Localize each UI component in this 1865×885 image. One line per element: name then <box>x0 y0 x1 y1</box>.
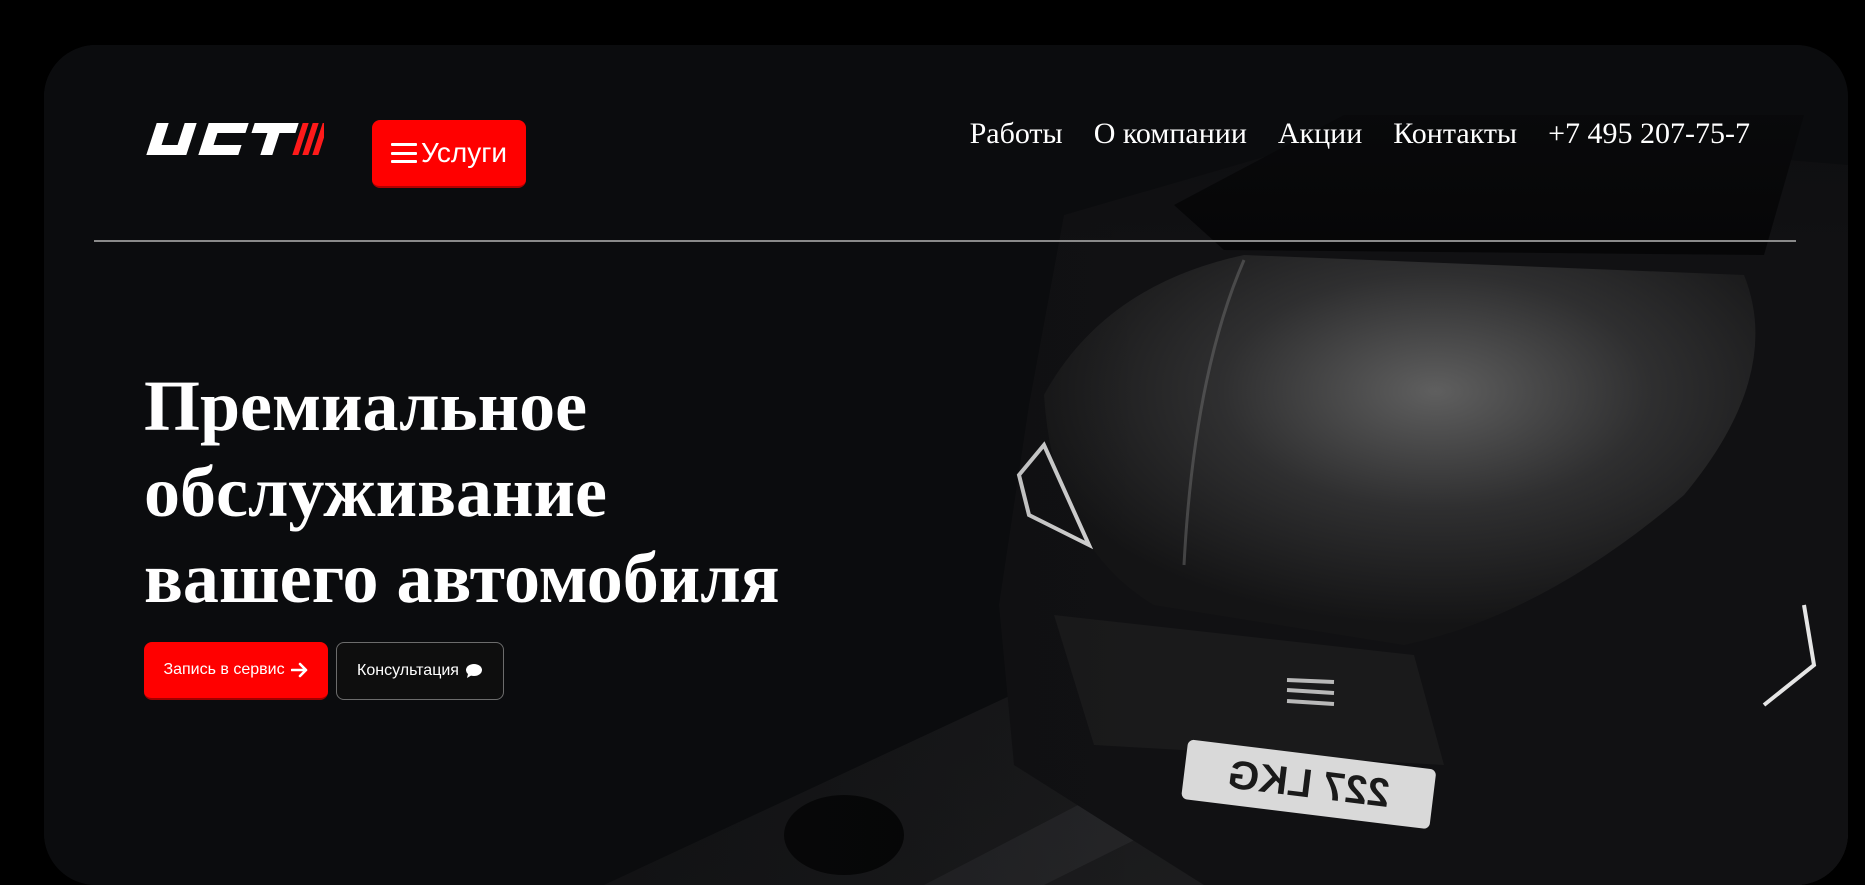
consultation-label: Консультация <box>357 662 459 679</box>
nav-link-about[interactable]: О компании <box>1094 117 1247 151</box>
services-menu-button[interactable]: Услуги <box>372 120 526 188</box>
book-service-button[interactable]: Запись в сервис <box>144 642 328 700</box>
consultation-button[interactable]: Консультация <box>336 642 504 700</box>
arrow-right-icon <box>290 662 307 678</box>
hero-headline: Премиальное обслуживание вашего автомоби… <box>144 363 780 621</box>
headline-line-1: Премиальное <box>144 366 588 446</box>
main-nav: Работы О компании Акции Контакты +7 495 … <box>970 117 1750 151</box>
nav-link-promotions[interactable]: Акции <box>1278 117 1362 151</box>
burger-menu-icon <box>390 143 417 163</box>
nav-link-contacts[interactable]: Контакты <box>1393 117 1517 151</box>
services-menu-label: Услуги <box>420 137 508 168</box>
chat-bubble-icon <box>465 664 482 678</box>
brand-logo[interactable] <box>144 119 324 159</box>
phone-link[interactable]: +7 495 207-75-7 <box>1548 117 1750 151</box>
hero-section: 227 LKG Услуги Работы О компании Акции К… <box>44 45 1848 885</box>
headline-line-3: вашего автомобиля <box>144 538 780 618</box>
nav-link-works[interactable]: Работы <box>970 117 1063 151</box>
header-divider <box>94 240 1796 242</box>
cta-group: Запись в сервис Консультация <box>144 642 504 700</box>
headline-line-2: обслуживание <box>144 452 607 532</box>
book-service-label: Запись в сервис <box>163 661 285 678</box>
